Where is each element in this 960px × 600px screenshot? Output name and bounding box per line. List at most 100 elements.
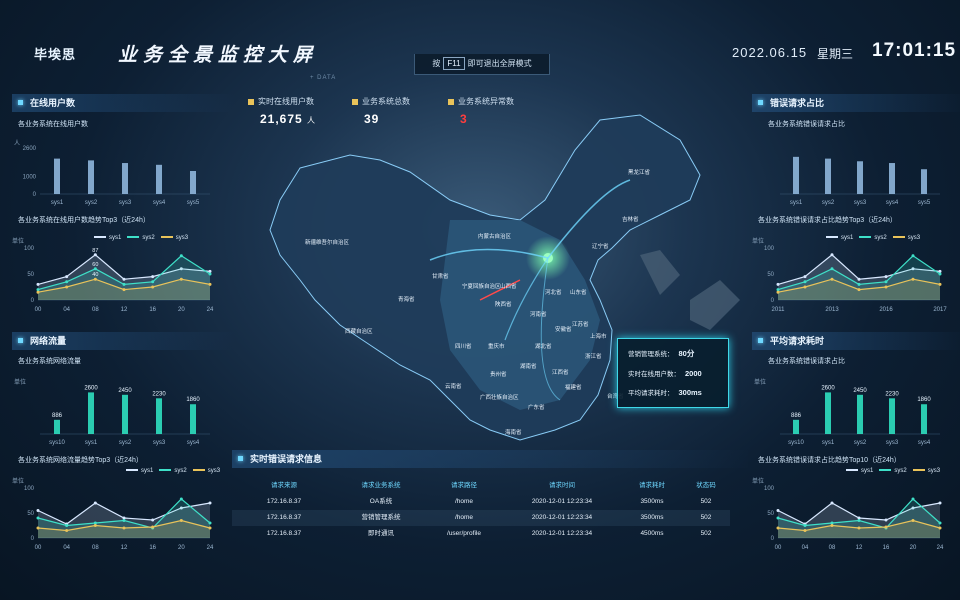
- province-label: 广东省: [528, 405, 545, 411]
- x-tick-label: sys2: [822, 200, 835, 206]
- series-point: [938, 501, 942, 505]
- traffic-trend-chart: 0 50 100 00 04 08 12 16 20 24: [24, 486, 214, 551]
- stat-unit: 人: [307, 116, 317, 125]
- popup-value: 300ms: [678, 388, 702, 397]
- legend-label: sys1: [861, 468, 874, 474]
- stat-square-icon: [352, 98, 358, 105]
- series-point: [65, 529, 69, 532]
- y-tick-label: 0: [771, 536, 775, 542]
- popup-row: 营销管理系统： 80分: [628, 348, 728, 359]
- th-path: 请求路径: [451, 482, 477, 489]
- series-point: [830, 267, 834, 271]
- series-point: [122, 277, 126, 281]
- errors-trend-sub: 各业务系统错误请求占比趋势Top3（近24h）: [758, 217, 897, 224]
- series-point: [830, 501, 834, 505]
- x-tick-label: 08: [92, 307, 99, 313]
- province-label: 黑龙江省: [628, 170, 651, 176]
- series-point: [803, 275, 807, 279]
- y-tick-label: 100: [24, 486, 35, 492]
- series-point: [776, 509, 780, 512]
- y-tick-label: 0: [771, 298, 775, 304]
- legend-label: sys3: [927, 468, 941, 474]
- data-label: 87: [92, 248, 98, 254]
- bar: [156, 164, 162, 194]
- bar: [825, 392, 831, 434]
- stat-online-label: 实时在线用户数: [248, 96, 314, 107]
- legend-item: sys3: [192, 468, 220, 474]
- series-point: [911, 277, 915, 281]
- series-point: [911, 519, 915, 522]
- series-point: [857, 288, 861, 292]
- traffic-trend-sub: 各业务系统网络流量趋势Top3（近24h）: [18, 457, 143, 464]
- province-label: 新疆维吾尔自治区: [305, 240, 350, 246]
- series-point: [776, 516, 780, 520]
- legend-label: sys1: [841, 235, 854, 241]
- data-label: 886: [52, 413, 63, 419]
- table-row[interactable]: 172.16.8.37 营销管理系统/home 2020-12-01 12:23:3…: [232, 510, 730, 526]
- popup-row: 实时在线用户数： 2000: [628, 368, 728, 378]
- latency-bar-chart: sys10 886 sys1 2600 sys2 2450 sys3 2230 sys4 1860: [780, 385, 940, 446]
- series-point: [884, 285, 888, 289]
- series-point: [830, 253, 834, 257]
- series-point: [65, 280, 69, 284]
- online-sub: 各业务系统在线用户数: [18, 121, 88, 128]
- bar: [54, 158, 60, 194]
- data-tag: + DATA: [310, 75, 337, 81]
- series-point: [938, 521, 942, 525]
- x-tick-label: 08: [92, 545, 99, 551]
- series-point: [151, 285, 155, 289]
- y-tick-label: 100: [764, 486, 775, 492]
- bar: [190, 171, 196, 194]
- japan-korea: [640, 250, 740, 330]
- x-tick-label: sys4: [886, 200, 899, 206]
- province-label: 辽宁省: [592, 244, 609, 250]
- fullscreen-hint: 按 F11 即可退出全屏模式: [414, 54, 550, 75]
- popup-label: 实时在线用户数：: [628, 371, 680, 378]
- province-label: 吉林省: [622, 217, 639, 223]
- series-point: [776, 290, 780, 294]
- online-trend-sub: 各业务系统在线用户数趋势Top3（近24h）: [18, 217, 150, 224]
- x-tick-label: 04: [63, 307, 70, 313]
- province-label: 广西壮族自治区: [480, 395, 519, 401]
- bar: [889, 398, 895, 434]
- bar: [190, 404, 196, 434]
- table-row[interactable]: 172.16.8.37 即时通讯/user/profile 2020-12-01 1…: [232, 526, 730, 542]
- bar: [889, 163, 895, 194]
- table-row[interactable]: 172.16.8.37 OA系统/home 2020-12-01 12:23:34 3…: [232, 494, 730, 510]
- x-tick-label: 2017: [933, 307, 947, 313]
- x-tick-label: sys1: [85, 440, 98, 446]
- data-label: 2600: [821, 385, 835, 391]
- x-tick-label: 16: [149, 307, 156, 313]
- province-label: 云南省: [445, 384, 462, 390]
- cell: OA系统: [369, 498, 393, 505]
- popup-value: 80分: [678, 349, 695, 358]
- x-tick-label: 12: [856, 545, 863, 551]
- province-label: 福建省: [565, 385, 582, 391]
- stat-value: 21,675: [260, 112, 303, 126]
- table-title: 实时错误请求信息: [232, 450, 748, 468]
- bar: [54, 419, 60, 434]
- province-label: 山东省: [570, 290, 587, 296]
- data-label: 2450: [853, 388, 867, 394]
- weekday: 星期三: [817, 47, 854, 61]
- stat-systems-value: 39: [364, 112, 380, 126]
- y-tick-label: 50: [767, 511, 774, 517]
- page-title: 业务全景监控大屏: [118, 45, 319, 66]
- errors-legend: sys1 sys2 sys3: [820, 235, 920, 241]
- series-point: [830, 277, 834, 281]
- series-point: [884, 275, 888, 279]
- series-point: [208, 526, 212, 530]
- data-label: 60: [92, 262, 98, 268]
- series-point: [151, 275, 155, 279]
- x-tick-label: 00: [775, 545, 782, 551]
- bar: [825, 158, 831, 194]
- bar: [88, 160, 94, 194]
- popup-row: 平均请求耗时： 300ms: [628, 387, 728, 397]
- province-label: 海南省: [505, 430, 522, 436]
- cell: 营销管理系统: [361, 514, 401, 521]
- series-point: [776, 526, 780, 530]
- x-tick-label: 24: [937, 545, 944, 551]
- legend-item: sys2: [159, 468, 187, 474]
- data-label: 2230: [152, 391, 166, 397]
- series-point: [65, 285, 69, 289]
